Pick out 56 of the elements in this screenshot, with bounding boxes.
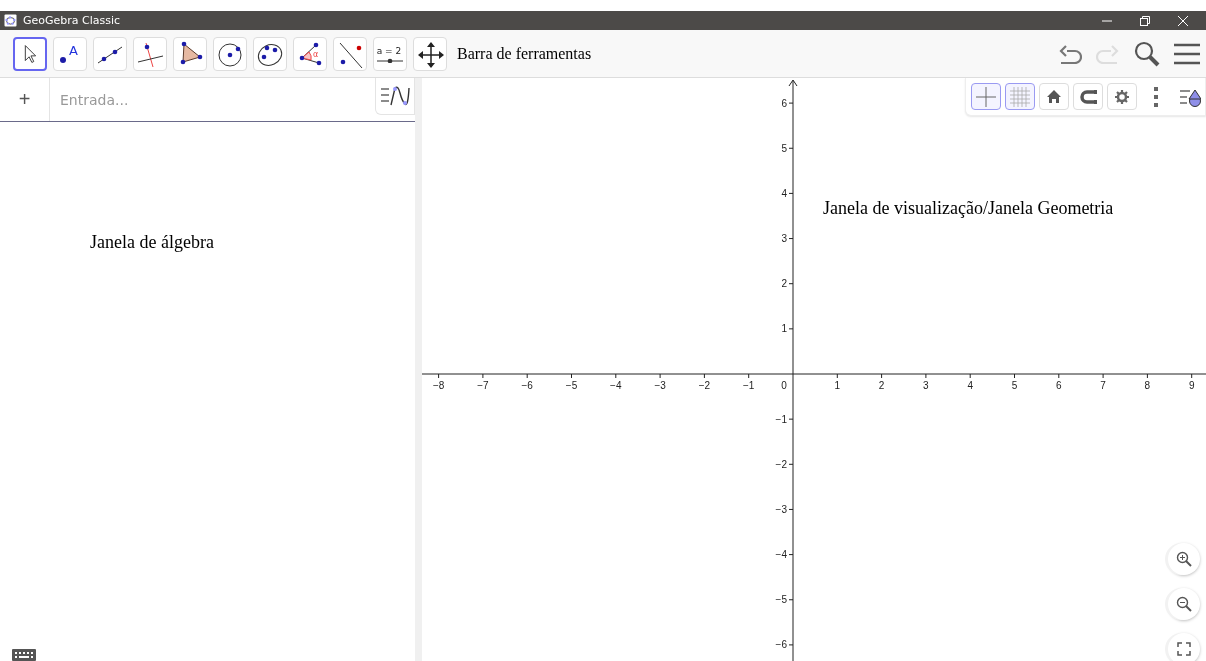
axis-label: 1 xyxy=(781,323,787,335)
axis-label: −8 xyxy=(432,380,445,391)
axis-label: 7 xyxy=(1100,380,1106,391)
axis-label: 3 xyxy=(781,233,787,245)
axis-label: 0 xyxy=(781,380,787,391)
tool-button[interactable]: a = 2 xyxy=(373,36,407,71)
axes-icon xyxy=(975,85,997,108)
app-logo-icon xyxy=(4,14,17,27)
keyboard-icon[interactable] xyxy=(12,649,36,661)
axis-label: 6 xyxy=(781,97,787,109)
axis-label: −7 xyxy=(477,380,489,391)
axis-label: −6 xyxy=(521,380,533,391)
more-icon xyxy=(1154,86,1158,107)
restore-icon[interactable] xyxy=(1140,15,1150,26)
axis-label: −3 xyxy=(775,503,787,515)
tool-button[interactable]: A xyxy=(53,36,87,71)
axis-label: −2 xyxy=(698,380,711,391)
axis-label: −2 xyxy=(775,458,787,470)
zoom-in-button[interactable] xyxy=(1168,543,1200,575)
axis-label: −6 xyxy=(775,639,787,651)
axis-label: −3 xyxy=(654,380,666,391)
algebra-caption: Janela de álgebra xyxy=(90,232,214,253)
home-button[interactable] xyxy=(1039,83,1069,110)
axis-label: −1 xyxy=(775,413,787,425)
undo-icon[interactable] xyxy=(1058,43,1082,64)
axis-label: 1 xyxy=(834,380,841,391)
close-icon[interactable] xyxy=(1178,15,1188,26)
graphics-caption: Janela de visualização/Janela Geometria xyxy=(823,198,1114,219)
fullscreen-icon xyxy=(1177,642,1191,656)
fullscreen-button[interactable] xyxy=(1168,633,1200,661)
grid-icon xyxy=(1009,85,1031,108)
zoom-out-icon xyxy=(1176,596,1192,612)
search-icon[interactable] xyxy=(1134,40,1160,67)
axis-label: 6 xyxy=(1056,380,1062,391)
axis-label: 9 xyxy=(1188,380,1195,391)
window-title: GeoGebra Classic xyxy=(23,14,122,27)
axis-label: 3 xyxy=(923,380,929,391)
axis-label: 5 xyxy=(1011,380,1018,391)
zoom-out-button[interactable] xyxy=(1168,588,1200,620)
axis-label: −4 xyxy=(775,549,787,561)
axis-label: 8 xyxy=(1144,380,1151,391)
toolbar-caption: Barra de ferramentas xyxy=(457,44,593,63)
zoom-in-icon xyxy=(1176,551,1192,567)
axis-label: 4 xyxy=(967,380,973,391)
menu-icon[interactable] xyxy=(1174,42,1200,65)
magnet-button[interactable] xyxy=(1073,83,1103,110)
axis-label: 4 xyxy=(781,187,787,199)
axis-label: −1 xyxy=(743,380,755,391)
axis-label: 5 xyxy=(781,142,787,154)
algebra-menu-button[interactable] xyxy=(375,78,415,115)
axis-label: 2 xyxy=(878,380,885,391)
settings-button[interactable] xyxy=(1107,83,1137,110)
axis-label: −5 xyxy=(565,380,578,391)
axis-label: −5 xyxy=(775,594,787,606)
axis-label: −4 xyxy=(610,380,622,391)
axis-label: 2 xyxy=(781,278,787,290)
